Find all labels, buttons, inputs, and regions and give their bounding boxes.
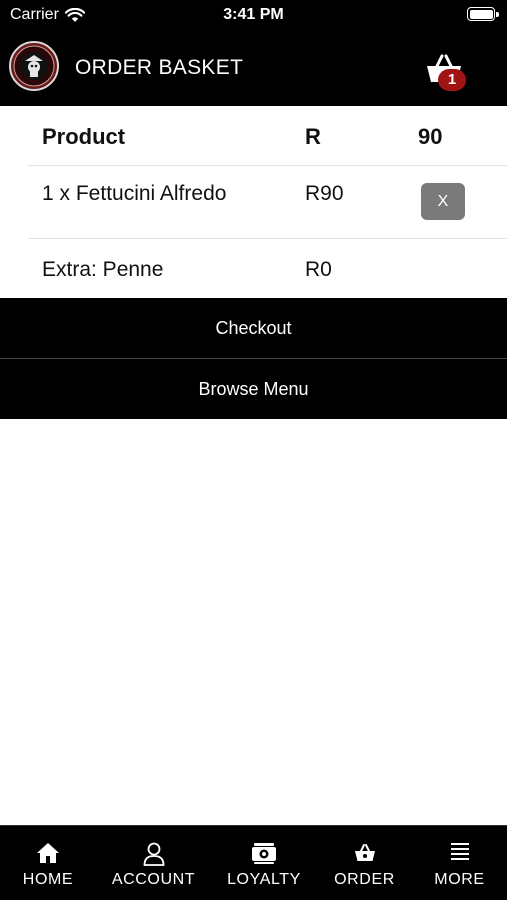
- tab-label: ORDER: [334, 871, 395, 888]
- item-price: R90: [305, 182, 344, 205]
- battery-icon: [467, 7, 499, 21]
- table-header-row: Product R 90: [0, 106, 507, 166]
- page-title: ORDER BASKET: [75, 56, 244, 79]
- checkout-button[interactable]: Checkout: [0, 298, 507, 358]
- tab-order[interactable]: ORDER: [317, 826, 412, 900]
- restaurant-logo[interactable]: [9, 41, 59, 91]
- basket-extra-row: Extra: Penne R0: [0, 239, 507, 298]
- status-bar: Carrier 3:41 PM: [0, 0, 507, 32]
- tab-more[interactable]: MORE: [412, 826, 507, 900]
- user-icon: [143, 842, 164, 866]
- tab-loyalty[interactable]: LOYALTY: [211, 826, 317, 900]
- browse-menu-button[interactable]: Browse Menu: [0, 359, 507, 419]
- tab-label: HOME: [22, 871, 74, 888]
- tab-bar: HOME ACCOUNT LOYALTY ORDER MORE: [0, 825, 507, 900]
- status-time: 3:41 PM: [223, 6, 284, 23]
- app-header: ORDER BASKET 1: [0, 32, 507, 106]
- home-icon: [37, 843, 59, 863]
- column-header-price: R: [305, 124, 321, 149]
- column-header-total: 90: [418, 124, 443, 149]
- extra-price: R0: [305, 258, 332, 281]
- loyalty-card-icon: [252, 843, 276, 864]
- tab-home[interactable]: HOME: [0, 826, 96, 900]
- remove-item-button[interactable]: X: [421, 183, 465, 220]
- tab-label: MORE: [434, 871, 485, 888]
- tab-label: LOYALTY: [227, 871, 301, 888]
- basket-icon: [354, 844, 375, 861]
- tab-account[interactable]: ACCOUNT: [96, 826, 211, 900]
- menu-icon: [450, 843, 469, 860]
- item-name: 1 x Fettucini Alfredo: [42, 182, 227, 205]
- tab-label: ACCOUNT: [111, 871, 196, 888]
- basket-count-badge: 1: [438, 69, 466, 91]
- extra-name: Extra: Penne: [42, 258, 164, 281]
- column-header-product: Product: [42, 124, 126, 149]
